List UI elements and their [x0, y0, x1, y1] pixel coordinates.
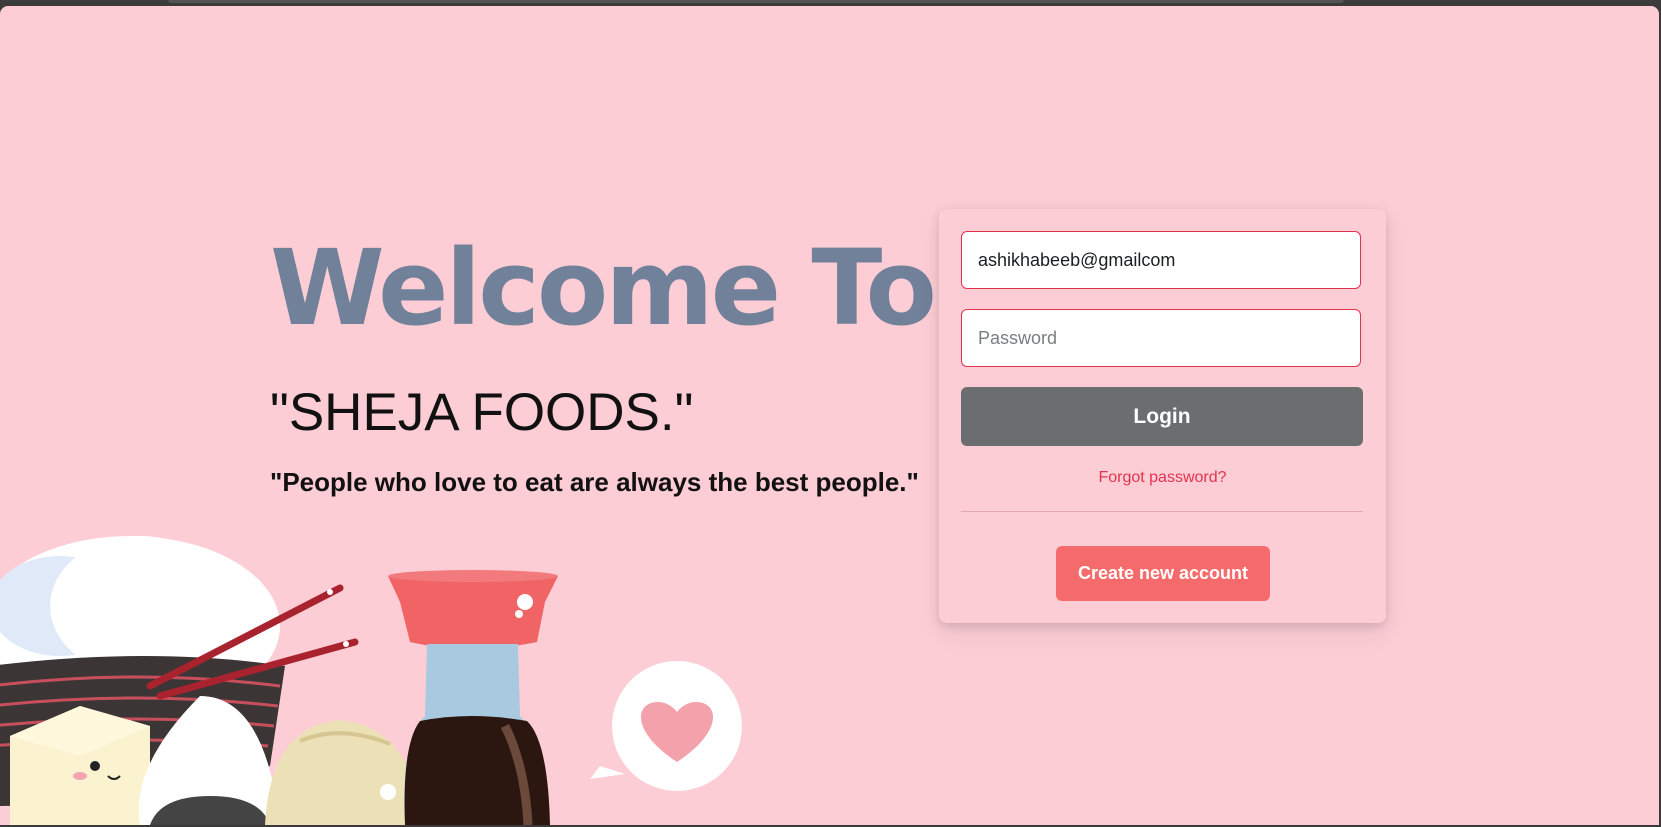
heart-speech-bubble-icon — [590, 661, 742, 791]
soy-sauce-bottle-icon — [388, 570, 558, 825]
create-account-button[interactable]: Create new account — [1056, 546, 1270, 601]
login-page: Welcome To "SHEJA FOODS." "People who lo… — [0, 6, 1659, 825]
login-button[interactable]: Login — [961, 387, 1363, 446]
divider — [961, 511, 1363, 512]
brand-name: "SHEJA FOODS." — [270, 383, 694, 442]
forgot-password-link[interactable]: Forgot password? — [939, 469, 1386, 487]
welcome-heading: Welcome To — [270, 227, 937, 349]
dumpling-icon — [265, 720, 425, 825]
hero-section: Welcome To "SHEJA FOODS." "People who lo… — [270, 227, 937, 498]
password-field[interactable] — [961, 309, 1361, 367]
window-top-bar — [168, 0, 1344, 3]
email-field[interactable] — [961, 231, 1361, 289]
login-card: Login Forgot password? Create new accoun… — [939, 209, 1386, 623]
tagline-quote: "People who love to eat are always the b… — [270, 467, 919, 497]
